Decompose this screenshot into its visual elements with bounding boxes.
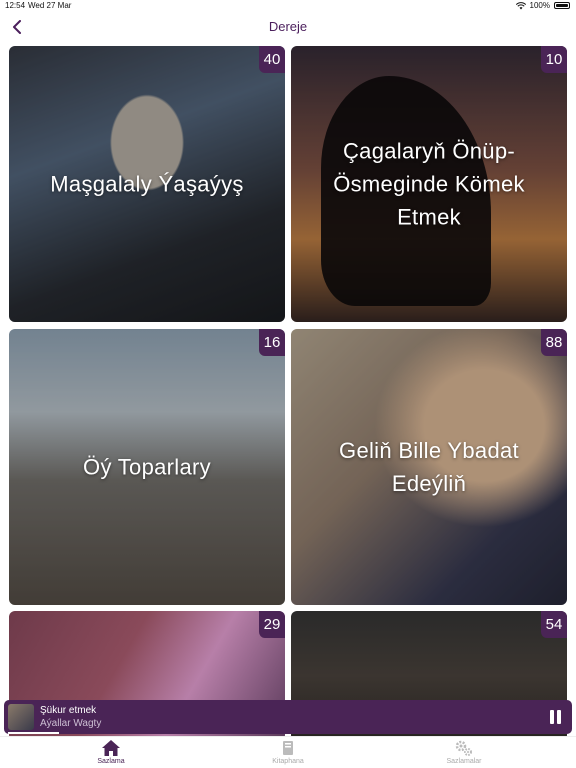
count-badge: 54 (541, 611, 567, 638)
track-artwork (8, 704, 34, 730)
home-icon (102, 740, 120, 756)
card-title: Maşgalaly Ýaşaýyş (50, 171, 244, 197)
card-title: Çagalaryň Önüp-Ösmeginde Kömek Etmek (333, 138, 525, 230)
status-time: 12:54 (5, 1, 26, 10)
page-title: Dereje (268, 19, 308, 34)
tab-kitaphana[interactable]: Kitaphana (238, 739, 338, 765)
count-badge: 29 (259, 611, 285, 638)
category-card-child-development[interactable]: Çagalaryň Önüp-Ösmeginde Kömek Etmek 10 (291, 46, 567, 322)
card-title: Geliň Bille Ybadat Edeýliň (339, 438, 519, 496)
tab-label: Kitaphana (272, 758, 304, 765)
wifi-icon (515, 1, 526, 9)
count-badge: 40 (259, 46, 285, 73)
card-title: Öý Toparlary (83, 454, 211, 480)
battery-percent: 100% (529, 1, 550, 10)
mini-player[interactable]: Şükur etmek Aýallar Wagty (4, 700, 572, 734)
category-card-family-life[interactable]: Maşgalaly Ýaşaýyş 40 (9, 46, 285, 322)
track-title: Şükur etmek (40, 705, 97, 716)
nav-bar: Dereje (0, 12, 576, 42)
book-icon (283, 741, 293, 755)
category-card-home-groups[interactable]: Öý Toparlary 16 (9, 329, 285, 605)
pause-icon (550, 710, 554, 724)
count-badge: 10 (541, 46, 567, 73)
track-subtitle: Aýallar Wagty (40, 718, 102, 729)
status-date: Wed 27 Mar (28, 1, 72, 10)
tab-bar: Sazlama Kitaphana Sazlamalar (0, 736, 576, 768)
count-badge: 88 (541, 329, 567, 356)
gears-icon (455, 740, 472, 756)
tab-label: Sazlamalar (446, 758, 482, 765)
tab-sazlamalar[interactable]: Sazlamalar (414, 739, 514, 765)
tab-sazlama[interactable]: Sazlama (61, 739, 161, 765)
playback-progress (8, 732, 59, 734)
category-card-worship-together[interactable]: Geliň Bille Ybadat Edeýliň 88 (291, 329, 567, 605)
status-right: 100% (515, 1, 570, 10)
status-bar: 12:54 Wed 27 Mar 100% (0, 0, 576, 12)
tab-label: Sazlama (97, 758, 125, 765)
count-badge: 16 (259, 329, 285, 356)
battery-icon (554, 2, 570, 9)
pause-button[interactable] (550, 710, 564, 724)
